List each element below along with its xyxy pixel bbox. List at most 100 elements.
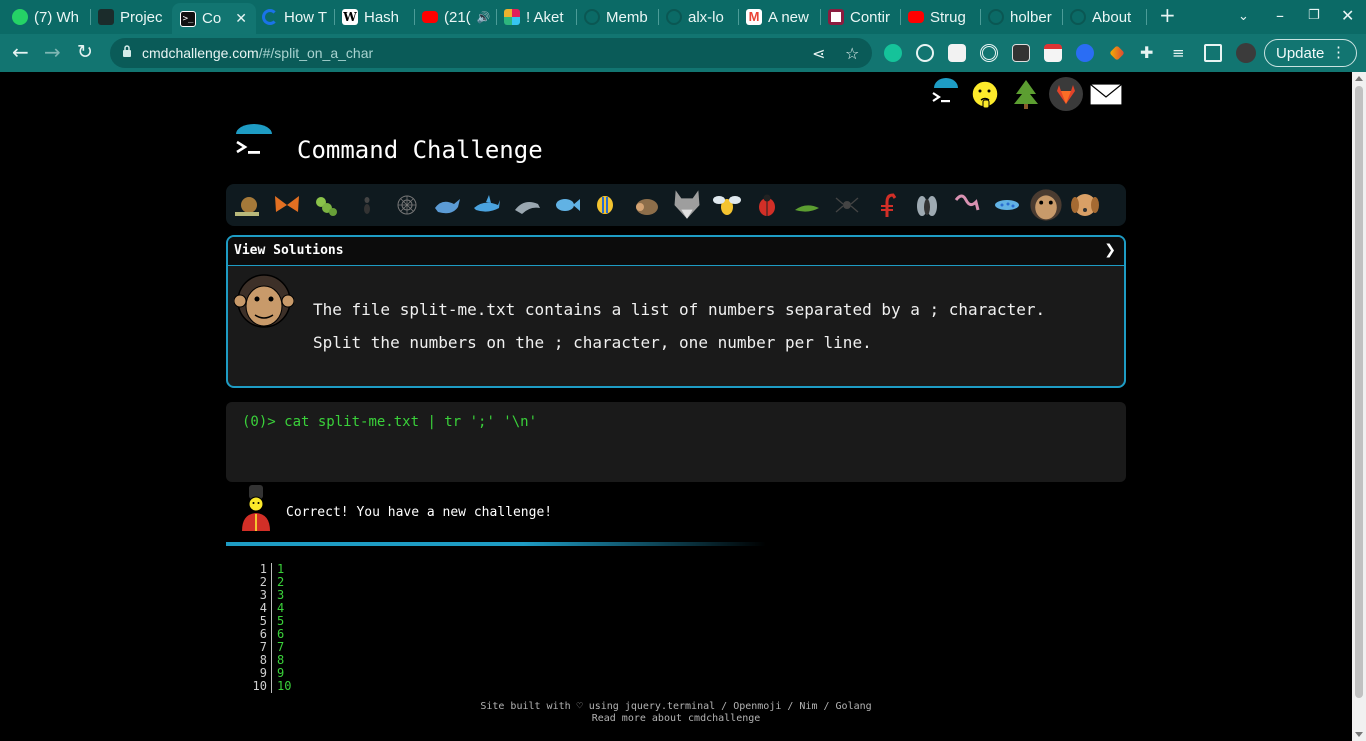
hedgehog-icon[interactable] — [632, 190, 662, 220]
butterfly-icon[interactable] — [272, 190, 302, 220]
tab-holberton[interactable]: holber — [988, 4, 1058, 30]
tab-label: About — [1092, 8, 1132, 26]
monkey-face-icon[interactable] — [1028, 187, 1064, 223]
tab-members[interactable]: Memb — [584, 4, 654, 30]
scorpion-icon[interactable] — [872, 190, 902, 220]
bookmark-star-icon[interactable]: ☆ — [845, 44, 859, 63]
cricket-icon[interactable] — [792, 190, 822, 220]
terminal-icon: >_ — [180, 10, 196, 27]
output-line: 33 — [252, 589, 291, 602]
speaker-icon[interactable]: 🔊 — [477, 11, 491, 24]
tab-about[interactable]: About — [1070, 4, 1142, 30]
tab-slack[interactable]: ! Aket — [504, 4, 572, 30]
close-icon[interactable]: ✕ — [235, 10, 247, 27]
tab-asu[interactable]: Contir — [828, 4, 896, 30]
record-icon[interactable] — [980, 44, 998, 62]
caterpillar-icon[interactable] — [312, 190, 342, 220]
snail-icon[interactable] — [232, 190, 262, 220]
tab-label: Projec — [120, 8, 163, 26]
whale-icon[interactable] — [432, 190, 462, 220]
tab-label: holber — [1010, 8, 1052, 26]
tab-label: A new — [768, 8, 809, 26]
share-icon[interactable]: ⋖ — [812, 44, 825, 63]
progress-bar — [226, 542, 766, 546]
scroll-up-icon[interactable] — [1355, 76, 1363, 81]
tab-whatsapp[interactable]: (7) Wh — [12, 4, 86, 30]
logo-icon — [236, 124, 272, 154]
tab-gmail[interactable]: M A new — [746, 4, 816, 30]
spider-icon[interactable] — [832, 190, 862, 220]
dolphin-icon[interactable] — [512, 190, 542, 220]
envelope-icon[interactable] — [1088, 76, 1124, 112]
tab-youtube-1[interactable]: (21( 🔊 — [422, 4, 492, 30]
github-icon — [584, 9, 600, 25]
thinking-face-icon[interactable] — [967, 76, 1003, 112]
read-more-link[interactable]: Read more about cmdchallenge — [0, 713, 1352, 725]
scroll-down-icon[interactable] — [1355, 732, 1363, 737]
slack-icon — [504, 9, 520, 25]
page-title: Command Challenge — [297, 136, 543, 164]
react-devtools-icon[interactable] — [916, 44, 934, 62]
minimize-button[interactable]: – — [1276, 6, 1284, 25]
tab-label: Memb — [606, 8, 648, 26]
puzzle-extensions-icon[interactable]: ✚ — [1140, 44, 1158, 62]
tab-label: How T — [284, 8, 328, 26]
profile-avatar[interactable] — [1236, 43, 1256, 63]
github-icon — [666, 9, 682, 25]
gmail-icon: M — [746, 9, 762, 25]
spider-web-icon[interactable] — [392, 190, 422, 220]
text-extension-icon[interactable] — [948, 44, 966, 62]
wolf-icon[interactable] — [670, 187, 704, 221]
loader-icon — [262, 9, 278, 25]
tab-label: (21( — [444, 8, 471, 26]
terminal-logo-icon[interactable] — [928, 76, 964, 112]
chevron-right-icon: ❯ — [1104, 242, 1116, 258]
back-button[interactable]: ← — [12, 42, 29, 62]
tropical-fish-icon[interactable] — [592, 190, 622, 220]
side-panel-icon[interactable] — [1204, 44, 1222, 62]
tab-label: ! Aket — [526, 8, 564, 26]
forward-button[interactable]: → — [44, 42, 61, 62]
tab-projects[interactable]: Projec — [98, 4, 166, 30]
update-label: Update — [1276, 44, 1325, 62]
challenge-description-line-1: The file split-me.txt contains a list of… — [313, 300, 1046, 319]
ant-icon[interactable] — [352, 190, 382, 220]
url-host: cmdchallenge.com — [142, 45, 259, 61]
tab-command-challenge[interactable]: >_ Co ✕ — [172, 3, 256, 34]
restore-button[interactable]: ❐ — [1308, 8, 1320, 23]
bee-icon[interactable] — [712, 190, 742, 220]
tab-search-chevron-icon[interactable]: ⌄ — [1238, 9, 1249, 24]
microbe-icon[interactable] — [992, 190, 1022, 220]
pen-icon[interactable] — [1109, 45, 1125, 61]
gitlab-icon[interactable] — [1048, 76, 1084, 112]
output-line-number: 10 — [252, 680, 272, 693]
tab-youtube-2[interactable]: Strug — [908, 4, 976, 30]
close-window-button[interactable]: ✕ — [1341, 6, 1354, 25]
page-scrollbar[interactable] — [1352, 72, 1366, 741]
dog-face-icon[interactable] — [1070, 190, 1100, 220]
media-queue-icon[interactable]: ≡ — [1172, 44, 1190, 62]
youtube-icon — [908, 11, 924, 23]
whatsapp-icon — [12, 9, 28, 25]
sync-icon[interactable] — [1076, 44, 1094, 62]
page-content: Command Challenge View Solutions ❯ The f… — [0, 72, 1352, 741]
fish-icon[interactable] — [552, 190, 582, 220]
calendar-icon[interactable] — [1044, 44, 1062, 62]
reload-button[interactable]: ↻ — [77, 42, 93, 62]
new-badge-icon[interactable] — [1012, 44, 1030, 62]
tab-alx-low[interactable]: alx-lo — [666, 4, 734, 30]
grammarly-icon[interactable] — [884, 44, 902, 62]
scrollbar-thumb[interactable] — [1355, 86, 1363, 698]
fly-icon[interactable] — [912, 190, 942, 220]
tree-icon[interactable] — [1008, 76, 1044, 112]
ladybug-icon[interactable] — [752, 190, 782, 220]
view-solutions-toggle[interactable]: View Solutions ❯ — [228, 237, 1124, 266]
worm-icon[interactable] — [952, 190, 982, 220]
update-button[interactable]: Update ⋮ — [1264, 39, 1357, 67]
shark-icon[interactable] — [472, 190, 502, 220]
terminal-input[interactable]: (0)> cat split-me.txt | tr ';' '\n' — [226, 402, 1126, 482]
address-bar[interactable]: cmdchallenge.com/#/split_on_a_char ⋖ ☆ — [110, 38, 872, 68]
tab-wikipedia[interactable]: W Hash — [342, 4, 410, 30]
new-tab-button[interactable]: + — [1159, 3, 1176, 27]
tab-how-to[interactable]: How T — [262, 4, 330, 30]
